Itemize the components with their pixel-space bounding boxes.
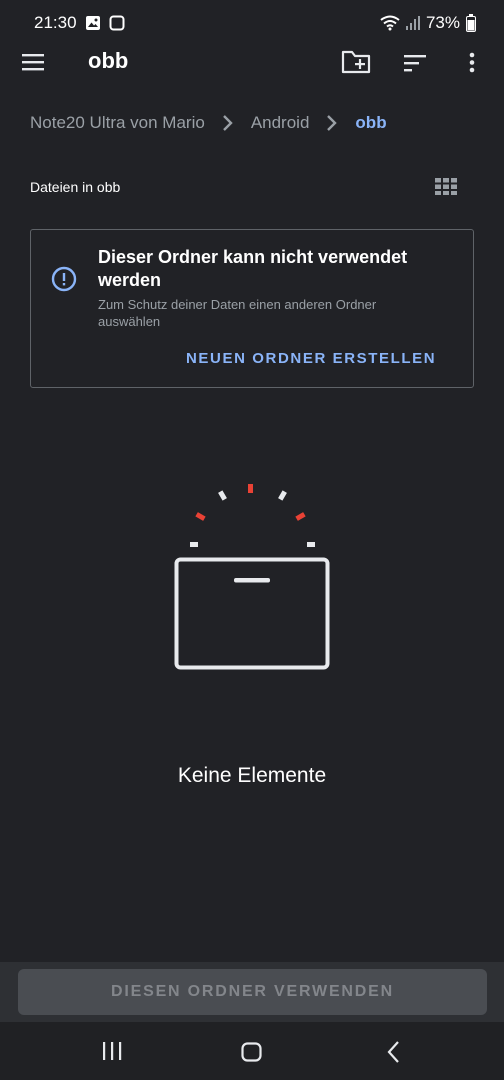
- page-title: obb: [88, 48, 129, 73]
- chevron-right-icon: [222, 115, 233, 131]
- hamburger-menu-icon[interactable]: [20, 50, 48, 74]
- grid-view-icon[interactable]: [434, 176, 458, 196]
- folder-warning-card: Dieser Ordner kann nicht verwendet werde…: [30, 229, 474, 388]
- chevron-right-icon: [327, 115, 338, 131]
- breadcrumb-item-android[interactable]: Android: [251, 113, 310, 133]
- signal-icon: [405, 16, 420, 30]
- empty-state-text: Keine Elemente: [177, 764, 327, 787]
- illustration-spark: [218, 490, 227, 501]
- breadcrumb-item-obb[interactable]: obb: [355, 113, 386, 133]
- warning-description: Zum Schutz deiner Daten einen anderen Or…: [98, 297, 377, 329]
- illustration-spark: [190, 542, 198, 547]
- breadcrumb-item-device[interactable]: Note20 Ultra von Mario: [30, 113, 205, 133]
- create-new-folder-button[interactable]: NEUEN ORDNER ERSTELLEN: [186, 350, 436, 367]
- new-folder-icon[interactable]: [340, 48, 374, 76]
- illustration-spark-center: [248, 484, 253, 493]
- illustration-box: [174, 557, 330, 670]
- status-notification-icons: [85, 15, 125, 31]
- warning-title: Dieser Ordner kann nicht verwendet werde…: [98, 247, 408, 290]
- illustration-box-handle: [234, 578, 270, 583]
- info-alert-icon: [51, 266, 77, 292]
- illustration-spark: [195, 512, 206, 521]
- empty-folder-illustration: [174, 484, 330, 670]
- wifi-icon: [380, 15, 400, 31]
- battery-icon: [466, 14, 476, 32]
- more-vert-icon[interactable]: [460, 48, 484, 78]
- home-icon[interactable]: [240, 1040, 264, 1064]
- bottom-action-panel: DIESEN ORDNER VERWENDEN: [0, 962, 504, 1022]
- system-navigation-bar: [0, 1022, 504, 1080]
- back-icon[interactable]: [384, 1039, 404, 1065]
- illustration-spark: [307, 542, 315, 547]
- files-section-label: Dateien in obb: [30, 179, 121, 195]
- sort-icon[interactable]: [400, 50, 430, 76]
- status-system-icons: 73%: [380, 13, 476, 33]
- image-icon: [85, 16, 100, 30]
- illustration-spark: [278, 490, 287, 501]
- illustration-spark: [295, 512, 306, 521]
- use-this-folder-button[interactable]: DIESEN ORDNER VERWENDEN: [18, 969, 487, 1015]
- battery-percent: 73%: [425, 13, 460, 32]
- recents-icon[interactable]: [100, 1040, 124, 1062]
- status-time: 21:30: [34, 13, 77, 32]
- breadcrumb: Note20 Ultra von Mario Android obb: [30, 110, 387, 136]
- app-bar: obb: [0, 36, 504, 88]
- screenshot-icon: [109, 15, 125, 31]
